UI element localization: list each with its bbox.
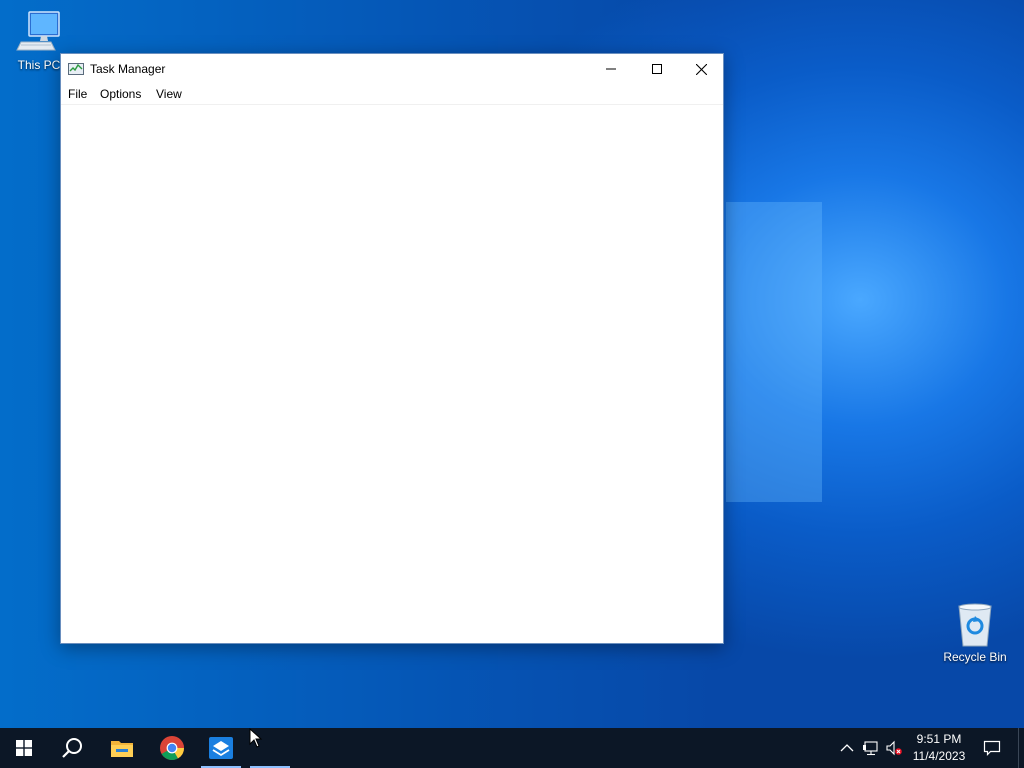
window-content-area xyxy=(61,105,723,643)
search-button[interactable] xyxy=(48,728,96,768)
close-icon xyxy=(695,63,707,75)
window-title: Task Manager xyxy=(90,62,166,76)
menu-bar: File Options View xyxy=(61,84,723,105)
mouse-cursor-icon xyxy=(249,728,263,748)
task-manager-app-icon xyxy=(209,737,233,759)
close-button[interactable] xyxy=(678,54,724,84)
task-manager-taskbar-button[interactable] xyxy=(197,728,245,768)
chevron-up-icon[interactable] xyxy=(839,740,855,756)
clock-date: 11/4/2023 xyxy=(912,749,966,763)
desktop-icon-label: This PC xyxy=(17,58,61,72)
menu-options[interactable]: Options xyxy=(99,87,142,101)
menu-view[interactable]: View xyxy=(155,87,183,101)
search-icon xyxy=(62,738,82,758)
file-explorer-button[interactable] xyxy=(98,728,146,768)
show-desktop-button[interactable] xyxy=(1018,728,1019,768)
clock-time: 9:51 PM xyxy=(916,732,962,746)
menu-file[interactable]: File xyxy=(67,87,88,101)
task-manager-icon xyxy=(68,63,84,75)
taskbar-clock[interactable]: 9:51 PM 11/4/2023 xyxy=(908,731,970,765)
start-button[interactable] xyxy=(0,728,48,768)
desktop-light-beam xyxy=(726,202,822,502)
minimize-icon xyxy=(606,68,616,70)
chrome-button[interactable] xyxy=(148,728,196,768)
start-icon xyxy=(16,740,32,756)
task-manager-window[interactable]: Task Manager File Options View xyxy=(60,53,724,644)
network-icon[interactable] xyxy=(863,740,879,756)
maximize-button[interactable] xyxy=(634,54,680,84)
taskbar: 9:51 PM 11/4/2023 xyxy=(0,728,1024,768)
desktop-icon-recycle-bin[interactable]: Recycle Bin xyxy=(938,602,1012,664)
maximize-icon xyxy=(652,64,662,74)
minimize-button[interactable] xyxy=(588,54,634,84)
window-titlebar[interactable]: Task Manager xyxy=(61,54,723,84)
desktop-icon-label: Recycle Bin xyxy=(943,650,1007,664)
recycle-bin-icon xyxy=(958,603,992,647)
file-explorer-icon xyxy=(111,741,133,757)
computer-icon xyxy=(16,11,60,51)
volume-muted-icon[interactable] xyxy=(886,740,902,756)
chrome-icon xyxy=(160,736,184,761)
action-center-icon[interactable] xyxy=(983,739,1001,757)
